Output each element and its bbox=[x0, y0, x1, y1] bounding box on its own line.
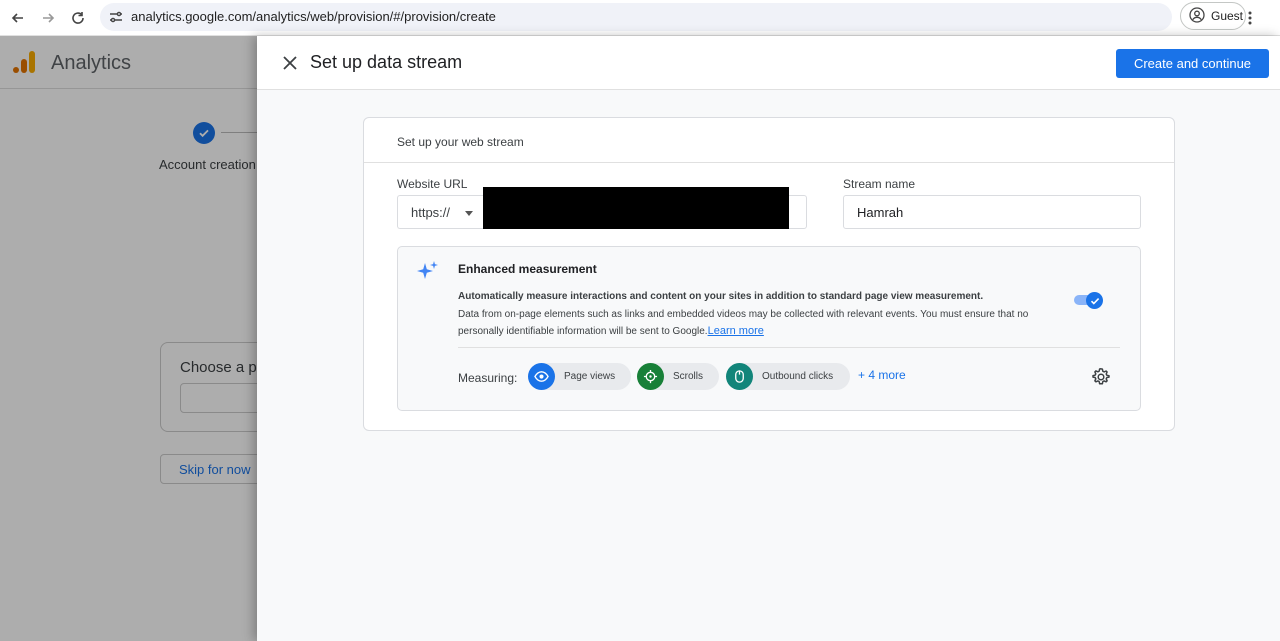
stream-name-label: Stream name bbox=[843, 177, 916, 191]
more-vert-icon[interactable] bbox=[1240, 6, 1260, 30]
reload-icon[interactable] bbox=[66, 6, 90, 30]
stream-name-input[interactable]: Hamrah bbox=[843, 195, 1141, 229]
panel-title: Set up data stream bbox=[310, 52, 463, 72]
measuring-label: Measuring: bbox=[458, 371, 518, 385]
redacted-block bbox=[483, 187, 789, 229]
profile-button[interactable]: Guest bbox=[1180, 2, 1246, 30]
browser-toolbar: analytics.google.com/analytics/web/provi… bbox=[0, 0, 1280, 36]
website-url-label: Website URL bbox=[397, 177, 468, 191]
chip-label: Outbound clicks bbox=[762, 371, 834, 382]
site-settings-icon[interactable] bbox=[108, 9, 124, 30]
dropdown-arrow-icon bbox=[465, 211, 473, 216]
protocol-select[interactable]: https:// bbox=[397, 195, 483, 229]
profile-label: Guest bbox=[1211, 9, 1244, 23]
close-icon[interactable] bbox=[279, 52, 301, 74]
chip-page-views: Page views bbox=[528, 363, 631, 390]
panel-header: Set up data stream Create and continue bbox=[257, 36, 1280, 90]
learn-more-link[interactable]: Learn more bbox=[708, 325, 764, 337]
forward-icon[interactable] bbox=[36, 6, 60, 30]
more-measurements-link[interactable]: + 4 more bbox=[858, 368, 906, 382]
account-icon bbox=[1189, 6, 1205, 26]
data-stream-panel: Set up data stream Create and continue S… bbox=[257, 36, 1280, 641]
card-title: Set up your web stream bbox=[397, 135, 524, 149]
crosshair-icon bbox=[637, 363, 664, 390]
eye-icon bbox=[528, 363, 555, 390]
divider bbox=[458, 347, 1120, 348]
gear-icon[interactable] bbox=[1091, 367, 1111, 392]
enhanced-measurement-toggle[interactable] bbox=[1074, 292, 1104, 309]
web-stream-card: Set up your web stream Website URL https… bbox=[363, 117, 1175, 431]
chip-scrolls: Scrolls bbox=[637, 363, 719, 390]
enhanced-measurement-section: Enhanced measurement Automatically measu… bbox=[397, 246, 1141, 411]
check-icon bbox=[1086, 292, 1103, 309]
chip-label: Page views bbox=[564, 371, 616, 382]
chip-label: Scrolls bbox=[673, 371, 704, 382]
enhanced-description: Data from on-page elements such as links… bbox=[458, 307, 1068, 340]
url-text: analytics.google.com/analytics/web/provi… bbox=[131, 9, 496, 24]
address-bar[interactable]: analytics.google.com/analytics/web/provi… bbox=[100, 3, 1172, 31]
back-icon[interactable] bbox=[6, 6, 30, 30]
mouse-icon bbox=[726, 363, 753, 390]
chip-outbound-clicks: Outbound clicks bbox=[726, 363, 850, 390]
divider bbox=[364, 162, 1174, 163]
protocol-value: https:// bbox=[411, 205, 451, 220]
enhanced-description-bold: Automatically measure interactions and c… bbox=[458, 291, 984, 302]
sparkle-icon bbox=[417, 260, 439, 287]
create-and-continue-button[interactable]: Create and continue bbox=[1116, 49, 1269, 78]
enhanced-measurement-title: Enhanced measurement bbox=[458, 262, 597, 276]
